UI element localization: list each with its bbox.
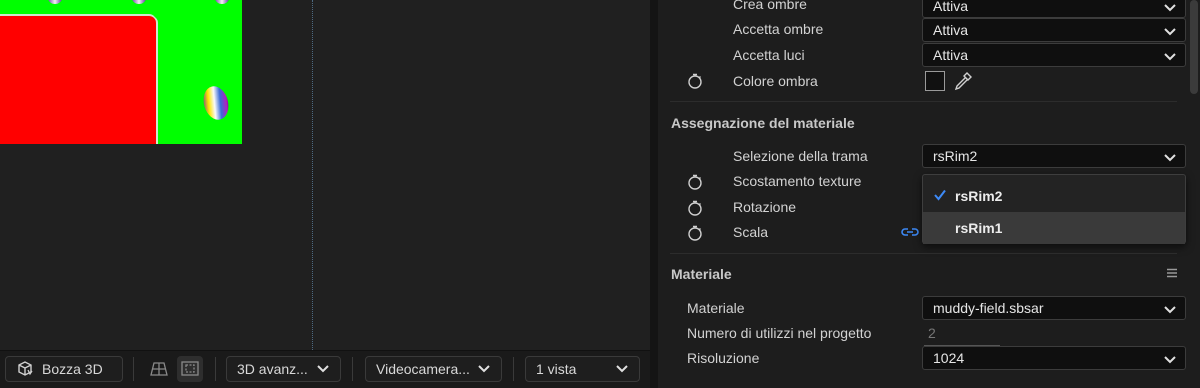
checkmark-icon (933, 188, 947, 205)
accepts-shadows-value: Attiva (933, 22, 969, 38)
chevron-down-icon (477, 364, 491, 374)
ground-plane-icon (149, 360, 169, 378)
texture-selection-menu: rsRim2 rsRim1 (922, 174, 1186, 244)
chevron-down-icon (615, 364, 629, 374)
panel-scrollbar[interactable] (1190, 0, 1198, 388)
accepts-shadows-dropdown[interactable]: Attiva (922, 18, 1186, 42)
shadow-color-label: Colore ombra (733, 73, 818, 89)
views-label: 1 vista (536, 361, 577, 377)
camera-label: Videocamera... (376, 361, 470, 377)
stopwatch-icon[interactable] (687, 200, 703, 216)
toolbar-separator (133, 357, 134, 381)
renderer-label: 3D avanz... (237, 361, 308, 377)
scale-label: Scala (733, 224, 769, 240)
camera-dropdown[interactable]: Videocamera... (365, 356, 502, 382)
texture-offset-label: Scostamento texture (733, 173, 862, 189)
section-divider (670, 101, 1177, 102)
material-assignment-title: Assegnazione del materiale (671, 115, 855, 131)
chevron-down-icon (1163, 352, 1177, 368)
views-dropdown[interactable]: 1 vista (525, 356, 640, 382)
cast-shadows-value: Attiva (933, 0, 969, 14)
scrollbar-thumb[interactable] (1190, 0, 1198, 94)
menu-item-rsrim2[interactable]: rsRim2 (923, 180, 1185, 212)
draft-3d-button[interactable]: Bozza 3D (5, 356, 123, 382)
chevron-down-icon (1163, 0, 1177, 16)
panel-divider[interactable] (650, 0, 658, 388)
stopwatch-icon[interactable] (687, 174, 703, 190)
chevron-down-icon (1163, 24, 1177, 40)
draft-3d-icon (16, 360, 34, 378)
chevron-down-icon (1163, 302, 1177, 318)
link-icon[interactable] (901, 226, 919, 238)
resolution-dropdown[interactable]: 1024 (922, 346, 1186, 370)
renderer-dropdown[interactable]: 3D avanz... (226, 356, 341, 382)
guide-line (312, 0, 313, 350)
accepts-lights-value: Attiva (933, 47, 969, 63)
composition-viewport[interactable]: Bozza 3D 3D avanz... Videocamera... 1 vi… (0, 0, 650, 388)
texture-selection-dropdown[interactable]: rsRim2 (922, 144, 1186, 168)
menu-item-label: rsRim2 (955, 188, 1003, 204)
red-shape (0, 16, 156, 144)
material-dropdown[interactable]: muddy-field.sbsar (922, 296, 1186, 320)
accepts-lights-label: Accetta luci (733, 47, 805, 63)
chevron-down-icon (1163, 49, 1177, 65)
ball-graphic (215, 0, 229, 4)
texture-selection-value: rsRim2 (933, 148, 978, 164)
resolution-label: Risoluzione (687, 350, 760, 366)
texture-selection-label: Selezione della trama (733, 148, 868, 164)
uses-in-project-label: Numero di utilizzi nel progetto (687, 325, 872, 341)
accepts-shadows-label: Accetta ombre (733, 21, 824, 37)
menu-item-rsrim1[interactable]: rsRim1 (923, 212, 1185, 244)
material-title: Materiale (671, 266, 732, 282)
material-label: Materiale (687, 300, 745, 316)
section-divider (670, 253, 1177, 254)
stopwatch-icon[interactable] (687, 225, 703, 241)
chevron-down-icon (316, 364, 330, 374)
draft-3d-label: Bozza 3D (42, 361, 103, 377)
resolution-value: 1024 (933, 350, 965, 366)
material-value: muddy-field.sbsar (933, 300, 1044, 316)
stopwatch-icon[interactable] (687, 73, 703, 89)
toolbar-separator (352, 357, 353, 381)
menu-item-label: rsRim1 (955, 220, 1003, 236)
uses-in-project-value: 2 (928, 325, 936, 341)
viewport-toolbar: Bozza 3D 3D avanz... Videocamera... 1 vi… (0, 350, 650, 388)
ball-graphic (200, 83, 232, 123)
ball-graphic (48, 0, 62, 4)
ball-graphic (132, 0, 146, 4)
composition-preview[interactable] (0, 0, 242, 144)
accepts-lights-dropdown[interactable]: Attiva (922, 43, 1186, 67)
cast-shadows-dropdown[interactable]: Attiva (922, 0, 1186, 18)
shadow-color-swatch[interactable] (925, 71, 945, 91)
rotation-label: Rotazione (733, 199, 797, 215)
chevron-down-icon (1163, 150, 1177, 166)
ground-plane-button[interactable] (146, 356, 172, 382)
eyedropper-icon[interactable] (953, 71, 973, 91)
menu-icon[interactable] (1166, 268, 1178, 278)
toolbar-separator (215, 357, 216, 381)
cast-shadows-label: Crea ombre (733, 0, 807, 12)
toolbar-separator (513, 357, 514, 381)
region-of-interest-icon (180, 360, 200, 378)
region-of-interest-button[interactable] (177, 356, 203, 382)
